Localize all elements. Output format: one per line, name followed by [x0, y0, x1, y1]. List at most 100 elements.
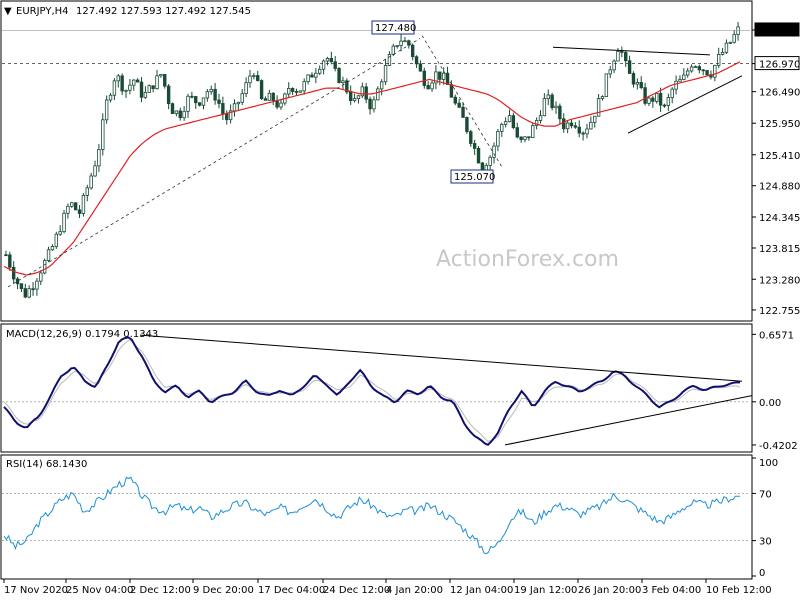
candle-body [658, 93, 663, 106]
candle-body [554, 105, 558, 109]
price-tick-label: 127.545 [759, 26, 800, 37]
candle-body [182, 110, 186, 119]
price-tick-label: 124.345 [759, 213, 800, 224]
panel-dropdown-icon[interactable]: ▼ [4, 6, 12, 17]
candle-body [713, 64, 717, 78]
candle-body [503, 121, 508, 125]
candle-body [155, 75, 159, 90]
candle-body [449, 84, 454, 98]
candle-body [15, 278, 20, 285]
candle-body [348, 91, 353, 101]
candle-body [174, 110, 179, 114]
candle-body [263, 98, 268, 101]
candle-body [302, 81, 306, 92]
candle-body [23, 288, 28, 298]
candle-body [577, 126, 581, 134]
candle-body [399, 40, 403, 46]
candle-body [8, 254, 12, 268]
candle-body [511, 115, 516, 129]
candle-body [395, 45, 399, 47]
rsi-tick-label: 100 [759, 458, 778, 469]
candle-body [488, 156, 492, 166]
candle-body [325, 57, 330, 62]
candle-body [624, 52, 628, 62]
candle-body [108, 94, 113, 101]
candle-body [565, 122, 570, 130]
candle-body [635, 82, 640, 85]
candle-body [472, 143, 477, 149]
candle-body [616, 51, 620, 62]
candle-body [527, 136, 531, 139]
candle-body [585, 128, 589, 135]
candle-body [259, 80, 264, 100]
candle-body [166, 85, 171, 105]
candle-body [314, 72, 318, 78]
candle-body [356, 95, 361, 99]
macd-tick-label: -0.4202 [759, 441, 798, 452]
candle-body [132, 79, 136, 86]
candle-body [418, 63, 423, 72]
time-tick-label: 3 Feb 04:00 [642, 585, 701, 596]
candle-body [42, 260, 47, 274]
candle-body [631, 73, 636, 85]
candle-body [151, 85, 155, 90]
macd-tick-label: 0.6571 [759, 330, 794, 341]
price-tick-label: 123.815 [759, 244, 800, 255]
candle-body [104, 99, 109, 121]
time-tick-label: 24 Dec 12:00 [323, 585, 390, 596]
candle-body [39, 272, 43, 282]
candle-body [66, 205, 70, 214]
candle-body [515, 127, 519, 138]
candle-body [97, 149, 101, 167]
candle-body [217, 99, 221, 104]
rsi-panel-frame [0, 454, 753, 580]
candle-body [248, 75, 252, 84]
rsi-tick-label: 0 [759, 568, 765, 579]
candle-body [85, 187, 89, 196]
candle-body [70, 202, 74, 207]
time-tick-label: 10 Feb 12:00 [706, 585, 772, 596]
candle-body [391, 45, 396, 55]
candle-body [287, 88, 291, 95]
candle-body [507, 115, 512, 123]
candle-body [116, 75, 120, 82]
candle-body [701, 69, 705, 72]
candle-body [678, 79, 682, 82]
candle-body [422, 70, 426, 86]
candle-body [438, 71, 442, 80]
candle-body [720, 51, 725, 55]
candle-body [662, 104, 667, 107]
candle-body [321, 60, 326, 70]
candle-body [197, 102, 202, 106]
candle-body [519, 136, 523, 140]
candle-body [376, 88, 380, 101]
candle-body [403, 40, 407, 43]
candle-body [77, 209, 82, 214]
candle-body [213, 88, 217, 101]
candle-body [596, 98, 601, 117]
candle-body [11, 266, 16, 280]
candle-body [306, 74, 310, 82]
price-panel-frame [0, 0, 753, 322]
candle-body [593, 115, 597, 123]
candle-body [62, 212, 66, 233]
candle-body [728, 41, 733, 44]
candle-body [461, 106, 465, 118]
swing-low-label: 125.070 [454, 172, 495, 183]
candle-body [124, 89, 128, 92]
candle-body [58, 231, 62, 235]
time-tick-label: 17 Dec 04:00 [258, 585, 325, 596]
candle-body [670, 88, 674, 98]
rsi-tick-label: 70 [759, 489, 772, 500]
candle-body [101, 119, 105, 150]
candle-body [163, 73, 167, 87]
candle-body [465, 117, 469, 133]
candle-body [542, 98, 547, 117]
candle-body [190, 95, 194, 98]
candle-body [383, 65, 388, 83]
candle-body [201, 97, 206, 106]
price-tick-label: 123.280 [759, 275, 800, 286]
candle-body [178, 110, 182, 119]
swing-high-label: 127.480 [375, 23, 416, 34]
candle-body [31, 288, 35, 291]
